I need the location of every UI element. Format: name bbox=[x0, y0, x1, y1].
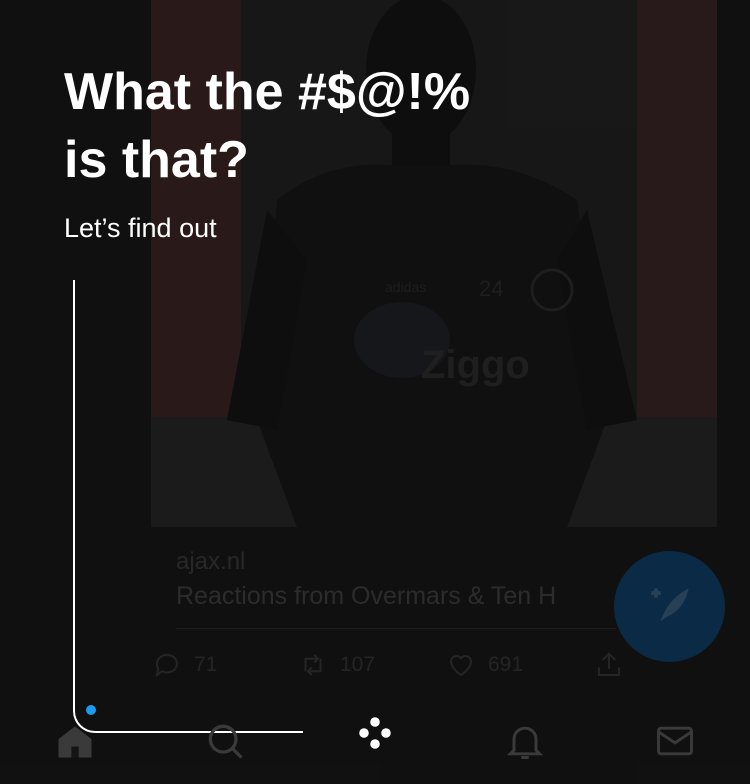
spaces-icon bbox=[359, 717, 391, 749]
tab-spaces[interactable] bbox=[345, 703, 405, 763]
tooltip-pointer-line bbox=[73, 280, 303, 733]
headline-line-1: What the #$@!% bbox=[64, 63, 471, 121]
bell-icon bbox=[506, 726, 544, 759]
tab-home[interactable] bbox=[45, 711, 105, 771]
headline-line-2: is that? bbox=[64, 131, 249, 189]
tab-messages[interactable] bbox=[645, 711, 705, 771]
app-screen: 24 adidas Ziggo ajax.nl Reactions from O… bbox=[0, 0, 750, 784]
tab-notifications[interactable] bbox=[495, 711, 555, 771]
onboarding-subtitle: Let’s find out bbox=[64, 213, 217, 243]
onboarding-headline: What the #$@!% is that? bbox=[64, 58, 584, 194]
mail-icon bbox=[657, 726, 693, 756]
search-icon bbox=[208, 724, 243, 759]
tab-search[interactable] bbox=[195, 711, 255, 771]
home-icon bbox=[58, 726, 92, 758]
home-notification-dot bbox=[86, 705, 96, 715]
